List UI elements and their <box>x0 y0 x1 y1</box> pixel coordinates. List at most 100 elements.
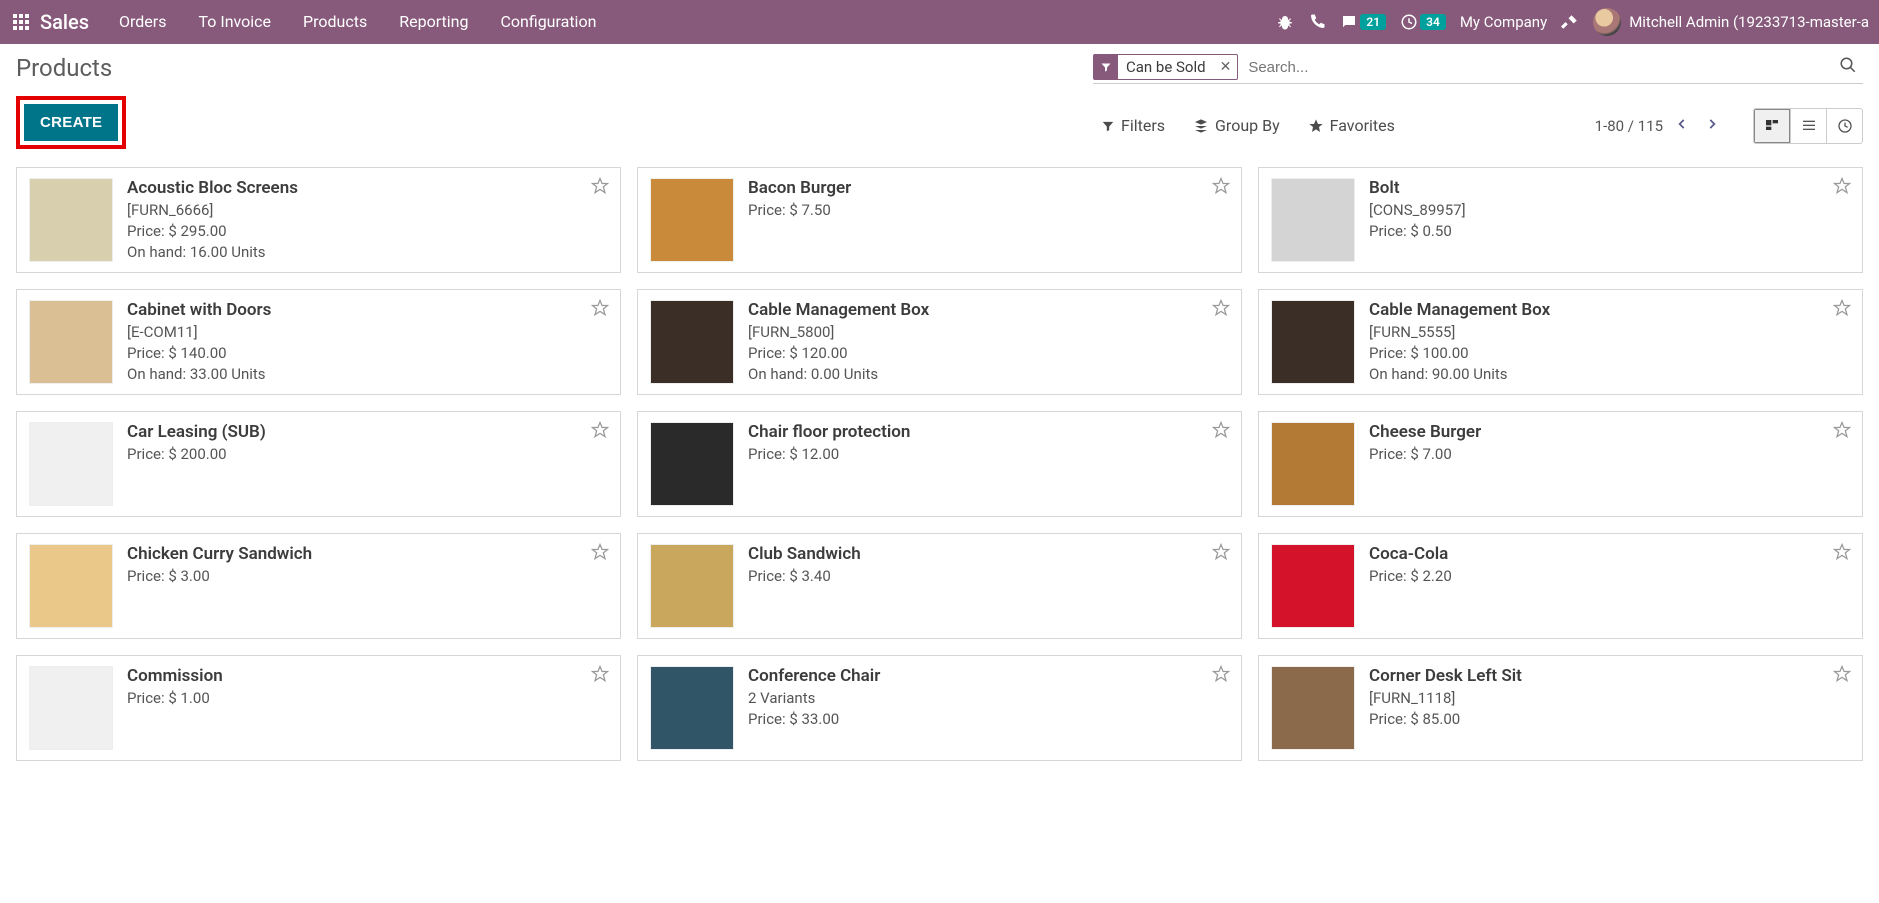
favorite-star-icon[interactable] <box>1211 420 1231 444</box>
product-card[interactable]: Bolt[CONS_89957]Price: $ 0.50 <box>1258 167 1863 273</box>
product-price: Price: $ 295.00 <box>127 222 608 240</box>
product-kanban: Acoustic Bloc Screens [FURN_6666] Price: $… <box>0 149 1879 779</box>
favorite-star-icon[interactable] <box>1832 664 1852 688</box>
apps-icon[interactable] <box>6 14 36 30</box>
favorite-star-icon[interactable] <box>590 664 610 688</box>
product-thumbnail <box>1271 422 1355 506</box>
product-card[interactable]: Chair floor protectionPrice: $ 12.00 <box>637 411 1242 517</box>
kanban-view-button[interactable] <box>1754 109 1790 143</box>
user-menu[interactable]: Mitchell Admin (19233713-master-a <box>1593 0 1869 44</box>
product-price: Price: $ 1.00 <box>127 689 608 707</box>
product-card[interactable]: Corner Desk Left Sit[FURN_1118]Price: $ … <box>1258 655 1863 761</box>
groupby-button[interactable]: Group By <box>1193 116 1280 135</box>
nav-configuration[interactable]: Configuration <box>484 0 612 44</box>
phone-icon[interactable] <box>1308 0 1326 44</box>
product-thumbnail <box>29 300 113 384</box>
facet-remove[interactable]: ✕ <box>1214 55 1238 79</box>
nav-products[interactable]: Products <box>287 0 383 44</box>
product-price: Price: $ 7.00 <box>1369 445 1850 463</box>
product-price: Price: $ 140.00 <box>127 344 608 362</box>
product-price: Price: $ 7.50 <box>748 201 1229 219</box>
product-price: Price: $ 120.00 <box>748 344 1229 362</box>
list-view-button[interactable] <box>1790 109 1826 143</box>
product-name: Car Leasing (SUB) <box>127 422 608 442</box>
pager-prev[interactable] <box>1671 113 1693 139</box>
product-name: Chicken Curry Sandwich <box>127 544 608 564</box>
control-panel: Products Can be Sold ✕ CREATE Filters Gr… <box>0 44 1879 149</box>
product-price: Price: $ 200.00 <box>127 445 608 463</box>
favorite-star-icon[interactable] <box>1832 542 1852 566</box>
chat-badge: 21 <box>1360 14 1386 30</box>
create-button-highlight: CREATE <box>16 96 126 149</box>
product-card[interactable]: Chicken Curry SandwichPrice: $ 3.00 <box>16 533 621 639</box>
groupby-label: Group By <box>1215 116 1280 135</box>
product-card[interactable]: Car Leasing (SUB) Price: $ 200.00 <box>16 411 621 517</box>
search-tools: Filters Group By Favorites 1-80 / 115 <box>1093 108 1863 144</box>
chat-icon[interactable]: 21 <box>1340 0 1386 44</box>
product-thumbnail <box>29 666 113 750</box>
product-thumbnail <box>1271 300 1355 384</box>
clock-icon[interactable]: 34 <box>1400 0 1446 44</box>
product-sku: [FURN_5555] <box>1369 323 1850 341</box>
search-bar[interactable]: Can be Sold ✕ <box>1093 54 1863 84</box>
product-thumbnail <box>1271 544 1355 628</box>
favorites-button[interactable]: Favorites <box>1308 116 1395 135</box>
favorite-star-icon[interactable] <box>1211 176 1231 200</box>
tools-icon[interactable] <box>1561 0 1579 44</box>
favorite-star-icon[interactable] <box>1211 298 1231 322</box>
product-price: Price: $ 33.00 <box>748 710 1229 728</box>
product-card[interactable]: Club SandwichPrice: $ 3.40 <box>637 533 1242 639</box>
favorite-star-icon[interactable] <box>1832 176 1852 200</box>
search-icon[interactable] <box>1833 56 1863 78</box>
product-name: Coca-Cola <box>1369 544 1850 564</box>
nav-reporting[interactable]: Reporting <box>383 0 484 44</box>
pager-range[interactable]: 1-80 / 115 <box>1595 117 1663 135</box>
product-thumbnail <box>29 422 113 506</box>
nav-to-invoice[interactable]: To Invoice <box>182 0 287 44</box>
search-input[interactable] <box>1246 55 1833 80</box>
bug-icon[interactable] <box>1276 0 1294 44</box>
favorite-star-icon[interactable] <box>1211 664 1231 688</box>
clock-badge: 34 <box>1420 14 1446 30</box>
systray: 21 34 My Company Mitchell Admin (1923371… <box>1276 0 1873 44</box>
favorite-star-icon[interactable] <box>590 420 610 444</box>
favorite-star-icon[interactable] <box>1211 542 1231 566</box>
product-thumbnail <box>650 666 734 750</box>
create-button[interactable]: CREATE <box>24 104 118 141</box>
product-sku: [FURN_6666] <box>127 201 608 219</box>
filter-icon <box>1094 55 1118 79</box>
product-card[interactable]: Bacon Burger Price: $ 7.50 <box>637 167 1242 273</box>
favorite-star-icon[interactable] <box>1832 420 1852 444</box>
view-switcher <box>1753 108 1863 144</box>
product-thumbnail <box>650 300 734 384</box>
product-name: Acoustic Bloc Screens <box>127 178 608 198</box>
product-card[interactable]: Cheese BurgerPrice: $ 7.00 <box>1258 411 1863 517</box>
product-card[interactable]: Acoustic Bloc Screens [FURN_6666] Price: $… <box>16 167 621 273</box>
activity-view-button[interactable] <box>1826 109 1862 143</box>
product-card[interactable]: Cable Management Box[FURN_5800]Price: $ … <box>637 289 1242 395</box>
product-onhand: On hand: 16.00 Units <box>127 243 608 261</box>
product-card[interactable]: Conference Chair2 VariantsPrice: $ 33.00 <box>637 655 1242 761</box>
app-brand[interactable]: Sales <box>36 10 103 34</box>
product-card[interactable]: Coca-Cola Price: $ 2.20 <box>1258 533 1863 639</box>
favorite-star-icon[interactable] <box>590 542 610 566</box>
product-sku: [CONS_89957] <box>1369 201 1850 219</box>
favorite-star-icon[interactable] <box>590 176 610 200</box>
product-card[interactable]: Cable Management Box[FURN_5555]Price: $ … <box>1258 289 1863 395</box>
favorite-star-icon[interactable] <box>590 298 610 322</box>
product-price: Price: $ 85.00 <box>1369 710 1850 728</box>
page-title: Products <box>16 54 112 82</box>
product-variants: 2 Variants <box>748 689 1229 707</box>
filters-button[interactable]: Filters <box>1101 116 1165 135</box>
nav-orders[interactable]: Orders <box>103 0 182 44</box>
product-onhand: On hand: 33.00 Units <box>127 365 608 383</box>
product-name: Bacon Burger <box>748 178 1229 198</box>
product-price: Price: $ 2.20 <box>1369 567 1850 585</box>
product-thumbnail <box>650 422 734 506</box>
favorite-star-icon[interactable] <box>1832 298 1852 322</box>
product-name: Cabinet with Doors <box>127 300 608 320</box>
product-card[interactable]: CommissionPrice: $ 1.00 <box>16 655 621 761</box>
product-card[interactable]: Cabinet with Doors[E-COM11]Price: $ 140.… <box>16 289 621 395</box>
company-switcher[interactable]: My Company <box>1460 0 1547 44</box>
pager-next[interactable] <box>1701 113 1723 139</box>
